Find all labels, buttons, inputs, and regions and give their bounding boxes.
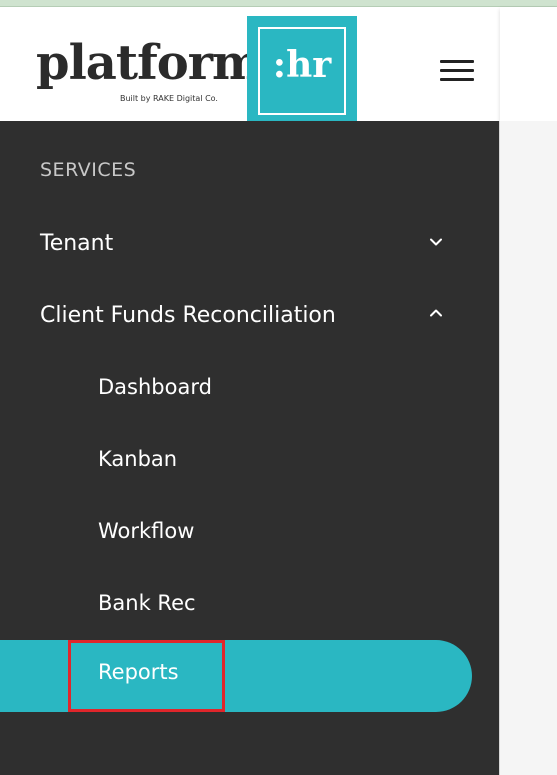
hamburger-bar: [440, 69, 474, 72]
sidebar-subitem-dashboard[interactable]: Dashboard: [98, 375, 212, 399]
header-right-area: [500, 7, 557, 121]
hamburger-menu-icon[interactable]: [440, 60, 474, 82]
logo-wordmark: platform: [36, 35, 263, 91]
logo-tagline: Built by RAKE Digital Co.: [120, 94, 218, 103]
sidebar-subitem-kanban[interactable]: Kanban: [98, 447, 177, 471]
sidebar-item-client-funds-reconciliation[interactable]: Client Funds Reconciliation: [40, 303, 336, 328]
logo-badge-frame: :hr: [258, 27, 346, 115]
chevron-down-icon[interactable]: [430, 236, 442, 248]
logo-badge-text: :hr: [272, 44, 332, 86]
hamburger-bar: [440, 78, 474, 81]
browser-top-strip: [0, 0, 557, 7]
sidebar-section-title: SERVICES: [40, 159, 137, 181]
sidebar-subitem-bank-rec[interactable]: Bank Rec: [98, 591, 196, 615]
chevron-up-icon[interactable]: [430, 307, 442, 319]
sidebar-subitem-workflow[interactable]: Workflow: [98, 519, 194, 543]
hamburger-bar: [440, 60, 474, 63]
app-header: platform Built by RAKE Digital Co. :hr: [0, 7, 500, 126]
main-content-area: [500, 121, 557, 775]
sidebar: SERVICES Tenant Client Funds Reconciliat…: [0, 121, 500, 775]
sidebar-item-tenant[interactable]: Tenant: [40, 231, 113, 256]
logo-badge: :hr: [247, 16, 357, 126]
reports-highlight-annotation: [68, 640, 225, 712]
